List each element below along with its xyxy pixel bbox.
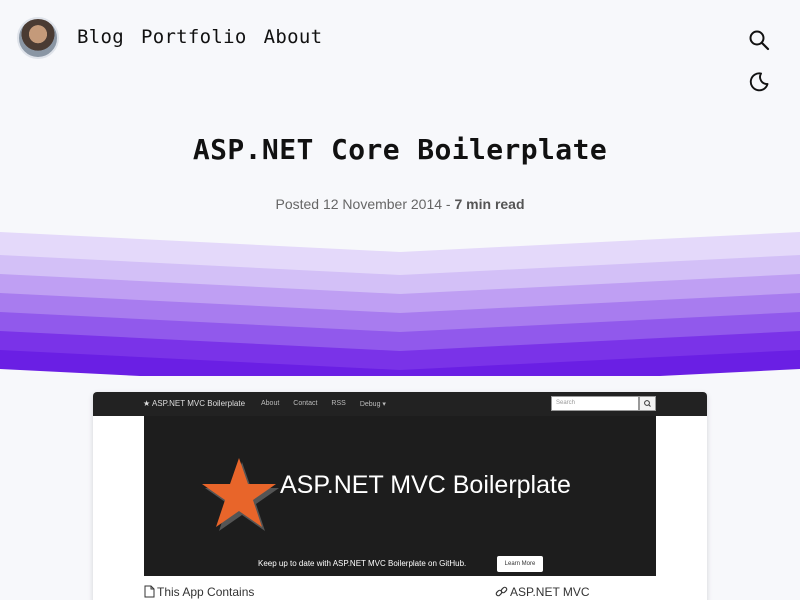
screenshot-hero-title: ASP.NET MVC Boilerplate [280,471,571,499]
carousel-dot [390,578,395,583]
screenshot-hero-caption: Keep up to date with ASP.NET MVC Boilerp… [258,559,467,568]
theme-toggle-button[interactable] [748,71,770,93]
screenshot-search-button [639,396,656,411]
file-icon [144,585,155,598]
link-icon [495,586,508,597]
screenshot-nav-about: About [261,400,280,407]
search-icon [644,400,651,407]
post-meta: Posted 12 November 2014 - 7 min read [0,196,800,212]
screenshot-navbar: ★ ASP.NET MVC Boilerplate About Contact … [93,392,707,416]
author-avatar[interactable] [17,17,59,59]
nav-blog[interactable]: Blog [77,26,124,48]
screenshot-search-input: Search [551,396,639,411]
decorative-waves [0,232,800,376]
screenshot-nav-links: About Contact RSS Debug ▾ [261,400,386,408]
screenshot-brand: ★ ASP.NET MVC Boilerplate [143,399,246,408]
read-time: 7 min read [454,196,525,212]
screenshot-section-left: This App Contains [144,585,254,599]
carousel-dot [406,578,411,583]
screenshot-learn-more-button: Learn More [497,556,543,572]
carousel-dot [414,578,419,583]
screenshot-nav-rss: RSS [331,400,346,407]
post-hero-image: ★ ASP.NET MVC Boilerplate About Contact … [93,392,707,600]
screenshot-nav-debug: Debug ▾ [359,401,386,408]
star-logo-icon [202,458,279,531]
main-nav: Blog Portfolio About [77,26,322,48]
search-button[interactable] [748,29,770,51]
moon-icon [749,72,769,92]
carousel-indicators [382,578,419,583]
carousel-dot [398,578,403,583]
carousel-dot [382,578,387,583]
screenshot-section-right: ASP.NET MVC [495,585,590,599]
post-date: Posted 12 November 2014 - [275,196,455,212]
screenshot-nav-contact: Contact [293,400,318,407]
search-icon [749,30,770,51]
post-title: ASP.NET Core Boilerplate [192,133,608,166]
nav-portfolio[interactable]: Portfolio [141,26,247,48]
screenshot-hero: ASP.NET MVC Boilerplate Keep up to date … [144,416,656,583]
nav-about[interactable]: About [264,26,323,48]
